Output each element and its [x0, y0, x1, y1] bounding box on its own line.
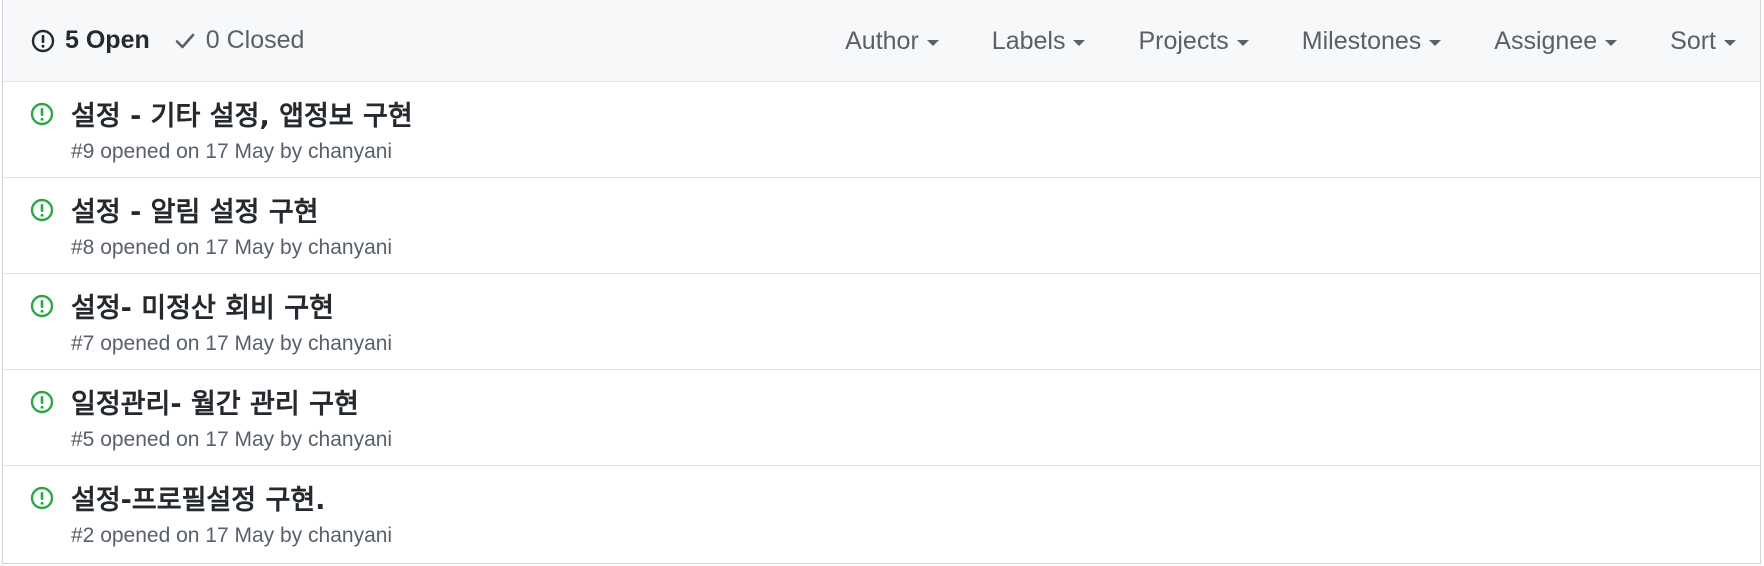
open-issue-icon: [30, 486, 54, 515]
issue-opened-text: opened on 17 May by: [100, 524, 303, 547]
chevron-down-icon: [1236, 39, 1249, 46]
projects-filter-label: Projects: [1138, 26, 1229, 55]
issue-number: #2: [71, 524, 95, 547]
issue-title-link[interactable]: 설정 - 알림 설정 구현: [71, 190, 319, 229]
issue-author-link[interactable]: chanyani: [308, 428, 392, 451]
chevron-down-icon: [1429, 39, 1442, 46]
projects-filter[interactable]: Projects: [1138, 26, 1249, 56]
issue-title-link[interactable]: 설정-프로필설정 구현.: [71, 478, 325, 517]
issue-author-link[interactable]: chanyani: [308, 524, 392, 547]
open-count-label: 5 Open: [65, 26, 150, 54]
open-issue-icon: [30, 198, 54, 227]
issue-row: 설정- 미정산 회비 구현 #7 opened on 17 May by cha…: [3, 274, 1760, 370]
issue-author-link[interactable]: chanyani: [308, 332, 392, 355]
chevron-down-icon: [1605, 39, 1618, 46]
issue-author-link[interactable]: chanyani: [308, 140, 392, 163]
open-issue-icon: [30, 102, 54, 131]
sort-filter-label: Sort: [1670, 26, 1716, 55]
sort-filter[interactable]: Sort: [1670, 27, 1736, 56]
issue-title-link[interactable]: 설정 - 기타 설정, 앱정보 구현: [71, 94, 413, 133]
issue-title-link[interactable]: 설정- 미정산 회비 구현: [71, 286, 334, 325]
author-filter[interactable]: Author: [845, 27, 939, 56]
issue-row: 설정 - 알림 설정 구현 #8 opened on 17 May by cha…: [3, 178, 1760, 274]
issue-opened-text: opened on 17 May by: [100, 236, 303, 259]
issues-list-header: 5 Open 0 Closed Author Labels Projects M…: [3, 0, 1760, 82]
issue-meta: #5 opened on 17 May by chanyani: [71, 428, 392, 452]
open-issues-filter[interactable]: 5 Open: [31, 26, 150, 55]
issue-row: 설정-프로필설정 구현. #2 opened on 17 May by chan…: [3, 466, 1760, 562]
milestones-filter[interactable]: Milestones: [1302, 27, 1442, 56]
issue-meta: #8 opened on 17 May by chanyani: [71, 236, 392, 260]
chevron-down-icon: [1724, 39, 1736, 46]
issue-title-link[interactable]: 일정관리- 월간 관리 구현: [71, 382, 359, 421]
closed-count-label: 0 Closed: [205, 26, 305, 54]
labels-filter[interactable]: Labels: [992, 27, 1086, 56]
open-issue-icon: [30, 294, 54, 323]
issue-meta: #7 opened on 17 May by chanyani: [71, 332, 392, 356]
issue-row: 일정관리- 월간 관리 구현 #5 opened on 17 May by ch…: [3, 370, 1760, 466]
issue-opened-text: opened on 17 May by: [100, 140, 303, 163]
filter-bar: Author Labels Projects Milestones Assign…: [845, 0, 1736, 82]
assignee-filter[interactable]: Assignee: [1494, 26, 1618, 56]
issues-list: 5 Open 0 Closed Author Labels Projects M…: [2, 0, 1761, 564]
issue-opened-text: opened on 17 May by: [100, 332, 303, 355]
issue-number: #7: [71, 332, 95, 355]
chevron-down-icon: [1073, 39, 1086, 46]
issue-opened-text: opened on 17 May by: [100, 428, 303, 451]
issue-row: 설정 - 기타 설정, 앱정보 구현 #9 opened on 17 May b…: [3, 82, 1760, 178]
issue-author-link[interactable]: chanyani: [308, 236, 392, 259]
closed-issues-filter[interactable]: 0 Closed: [174, 26, 305, 55]
milestones-filter-label: Milestones: [1301, 26, 1422, 55]
issue-opened-icon: [31, 29, 55, 53]
check-icon: [174, 30, 196, 52]
issue-meta: #2 opened on 17 May by chanyani: [71, 524, 392, 548]
labels-filter-label: Labels: [991, 26, 1066, 55]
issue-number: #9: [71, 140, 95, 163]
issue-number: #8: [71, 236, 95, 259]
issue-meta: #9 opened on 17 May by chanyani: [71, 140, 392, 164]
open-issue-icon: [30, 390, 54, 419]
issue-number: #5: [71, 428, 95, 451]
chevron-down-icon: [926, 39, 939, 46]
author-filter-label: Author: [845, 26, 919, 55]
assignee-filter-label: Assignee: [1494, 26, 1598, 55]
